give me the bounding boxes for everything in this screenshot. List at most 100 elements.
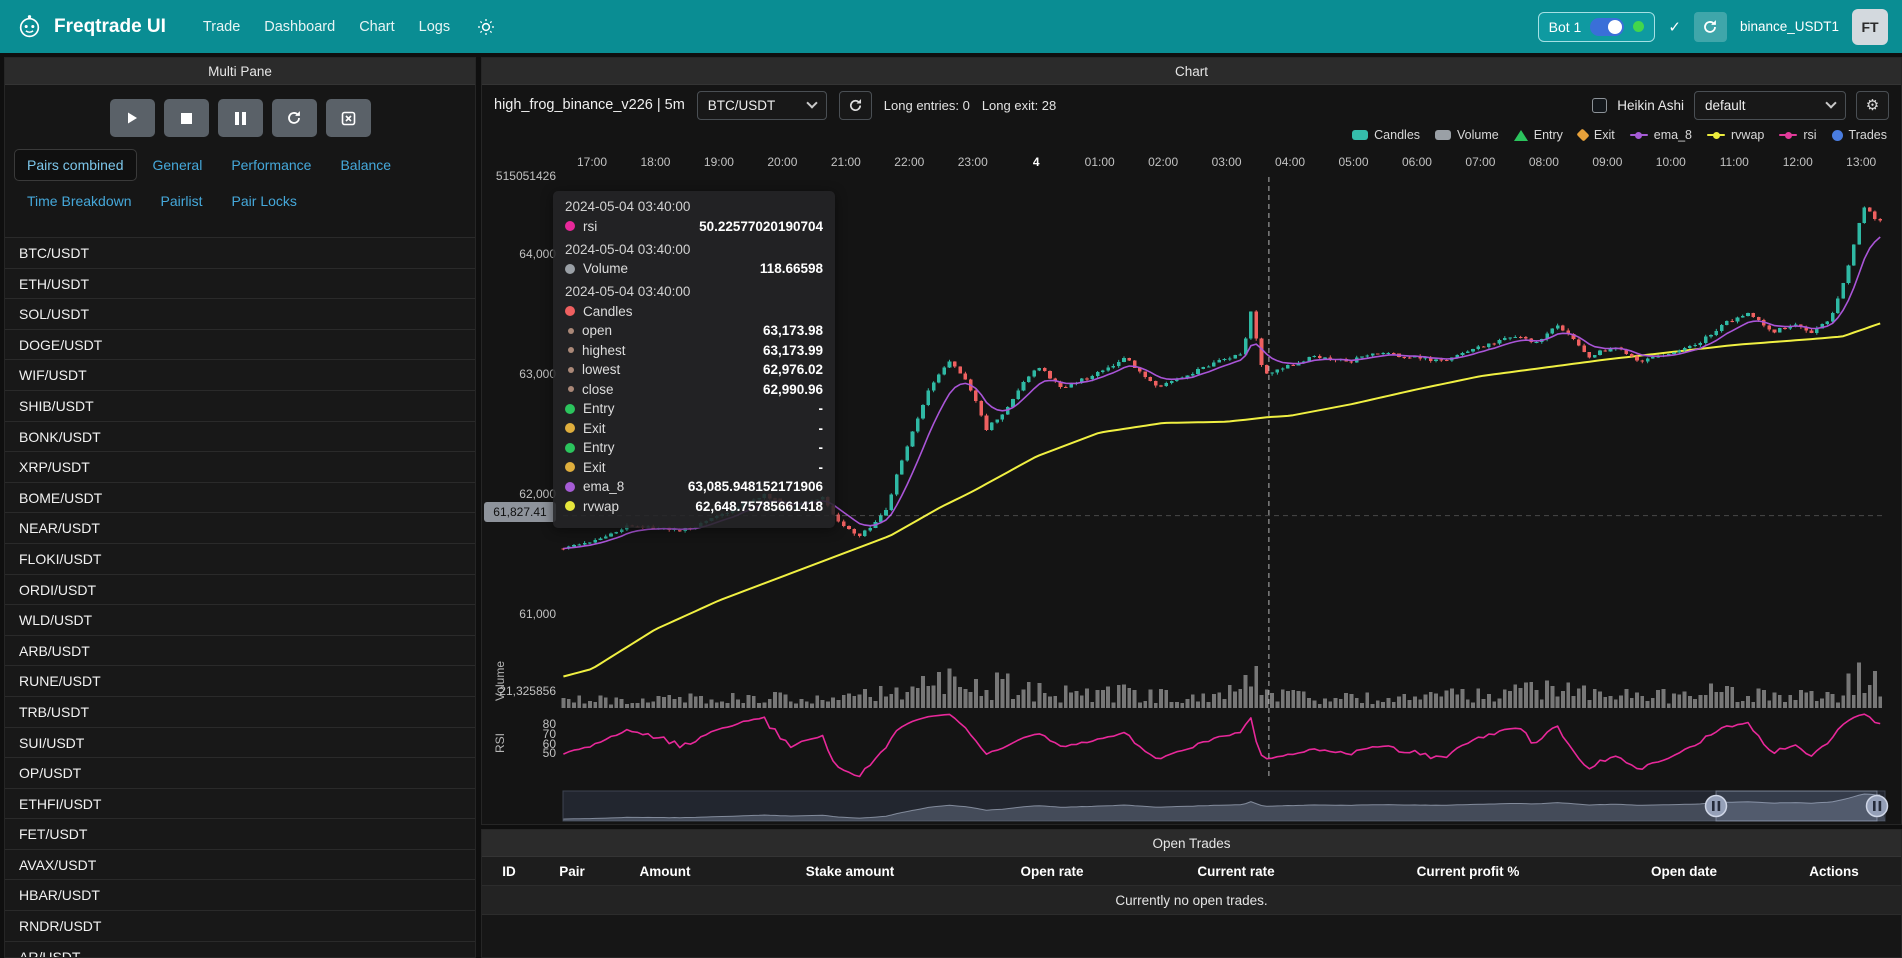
pair-row[interactable]: AR/USDT [5,942,475,958]
column-header-current-profit-: Current profit % [1417,857,1520,886]
pair-row[interactable]: RNDR/USDT [5,911,475,942]
pause-button[interactable] [218,99,263,137]
time-axis-label: 05:00 [1339,155,1369,169]
confirm-check-icon[interactable]: ✓ [1668,18,1681,36]
series-dot-icon [565,462,575,472]
exchange-label: binance_USDT1 [1740,19,1839,34]
legend-item-volume[interactable]: Volume [1435,128,1499,142]
nav-link-dashboard[interactable]: Dashboard [253,13,346,41]
tooltip-value: 62,990.96 [763,382,823,397]
tooltip-row: rsi50.22577020190704 [565,219,823,234]
tooltip-section: 2024-05-04 03:40:00rsi50.22577020190704 [565,199,823,234]
datazoom-handle[interactable] [1867,796,1888,817]
column-header-open-rate: Open rate [1020,857,1083,886]
column-header-stake-amount: Stake amount [806,857,895,886]
pair-row[interactable]: WIF/USDT [5,360,475,391]
chart-refresh-button[interactable] [839,91,872,120]
heikin-ashi-checkbox[interactable] [1592,98,1607,113]
tab-pairlist[interactable]: Pairlist [148,185,216,217]
bot-selector[interactable]: Bot 1 [1538,12,1656,42]
price-chart[interactable]: 61,827.41 Volume RSI 2024-05-04 03:40:00… [482,146,1902,825]
plot-settings-button[interactable]: ⚙ [1856,91,1889,120]
chart-panel: Chart high_frog_binance_v226 | 5m BTC/US… [481,57,1902,825]
legend-label: Exit [1594,128,1615,142]
user-avatar[interactable]: FT [1852,9,1888,45]
pair-row[interactable]: SUI/USDT [5,728,475,759]
legend-item-rvwap[interactable]: rvwap [1707,128,1764,142]
pair-row[interactable]: DOGE/USDT [5,330,475,361]
pair-row[interactable]: TRB/USDT [5,697,475,728]
tooltip-label: Exit [583,460,606,475]
series-dot-icon [565,423,575,433]
legend-item-rsi[interactable]: rsi [1779,128,1816,142]
tab-time-breakdown[interactable]: Time Breakdown [14,185,145,217]
time-axis-label: 4 [1033,155,1040,169]
axis-label-top: 515051426 [482,169,556,183]
plot-config-select[interactable]: default [1694,91,1846,120]
datazoom-window[interactable] [1716,791,1877,821]
pair-row[interactable]: HBAR/USDT [5,880,475,911]
tooltip-row: open63,173.98 [565,323,823,338]
theme-toggle-icon[interactable] [471,12,501,42]
price-axis-label: 62,000 [482,487,556,501]
time-axis-label: 13:00 [1846,155,1876,169]
bot-status-dot [1633,21,1644,32]
tooltip-row: Entry- [565,401,823,416]
reload-config-button[interactable] [272,99,317,137]
volume-axis-label: 21,325856 [482,684,556,698]
legend-item-trades[interactable]: Trades [1832,128,1887,142]
series-dot-icon [565,306,575,316]
tab-balance[interactable]: Balance [327,149,404,181]
tooltip-row: ema_863,085.948152171906 [565,479,823,494]
pair-row[interactable]: SHIB/USDT [5,391,475,422]
pair-row[interactable]: ARB/USDT [5,636,475,667]
legend-label: ema_8 [1654,128,1692,142]
ema-8-marker-icon [1630,134,1648,137]
time-axis-label: 09:00 [1592,155,1622,169]
pair-row[interactable]: BOME/USDT [5,483,475,514]
legend-item-ema-8[interactable]: ema_8 [1630,128,1692,142]
tooltip-row: Volume118.66598 [565,261,823,276]
multi-pane-title: Multi Pane [208,64,272,79]
pair-row[interactable]: BTC/USDT [5,238,475,269]
legend-item-exit[interactable]: Exit [1578,128,1615,142]
chevron-down-icon [806,97,817,108]
tooltip-row: rvwap62,648.75785661418 [565,499,823,514]
time-axis-label: 08:00 [1529,155,1559,169]
pair-row[interactable]: XRP/USDT [5,452,475,483]
pair-row[interactable]: ETHFI/USDT [5,789,475,820]
pair-row[interactable]: RUNE/USDT [5,666,475,697]
chart-title: Chart [1175,64,1208,79]
pair-row[interactable]: WLD/USDT [5,605,475,636]
pair-row[interactable]: ETH/USDT [5,269,475,300]
pair-select-value: BTC/USDT [708,98,776,113]
series-dot-icon [568,386,574,392]
pair-row[interactable]: FET/USDT [5,819,475,850]
tooltip-label: Volume [583,261,628,276]
pair-row[interactable]: OP/USDT [5,758,475,789]
tab-general[interactable]: General [140,149,216,181]
bot-toggle[interactable] [1590,18,1624,36]
nav-link-chart[interactable]: Chart [348,13,405,41]
nav-link-logs[interactable]: Logs [408,13,461,41]
pair-row[interactable]: FLOKI/USDT [5,544,475,575]
legend-label: Volume [1457,128,1499,142]
legend-item-candles[interactable]: Candles [1352,128,1420,142]
force-exit-button[interactable] [326,99,371,137]
legend-item-entry[interactable]: Entry [1514,128,1563,142]
pair-row[interactable]: BONK/USDT [5,422,475,453]
pair-row[interactable]: NEAR/USDT [5,513,475,544]
pair-row[interactable]: ORDI/USDT [5,575,475,606]
pair-select[interactable]: BTC/USDT [697,91,827,120]
tab-performance[interactable]: Performance [218,149,324,181]
app-title: Freqtrade UI [54,16,166,38]
pair-row[interactable]: SOL/USDT [5,299,475,330]
refresh-button[interactable] [1694,12,1727,42]
tab-pairs-combined[interactable]: Pairs combined [14,149,137,181]
start-button[interactable] [110,99,155,137]
stop-button[interactable] [164,99,209,137]
nav-link-trade[interactable]: Trade [192,13,251,41]
pair-row[interactable]: AVAX/USDT [5,850,475,881]
tab-pair-locks[interactable]: Pair Locks [219,185,310,217]
datazoom-handle[interactable] [1706,796,1727,817]
